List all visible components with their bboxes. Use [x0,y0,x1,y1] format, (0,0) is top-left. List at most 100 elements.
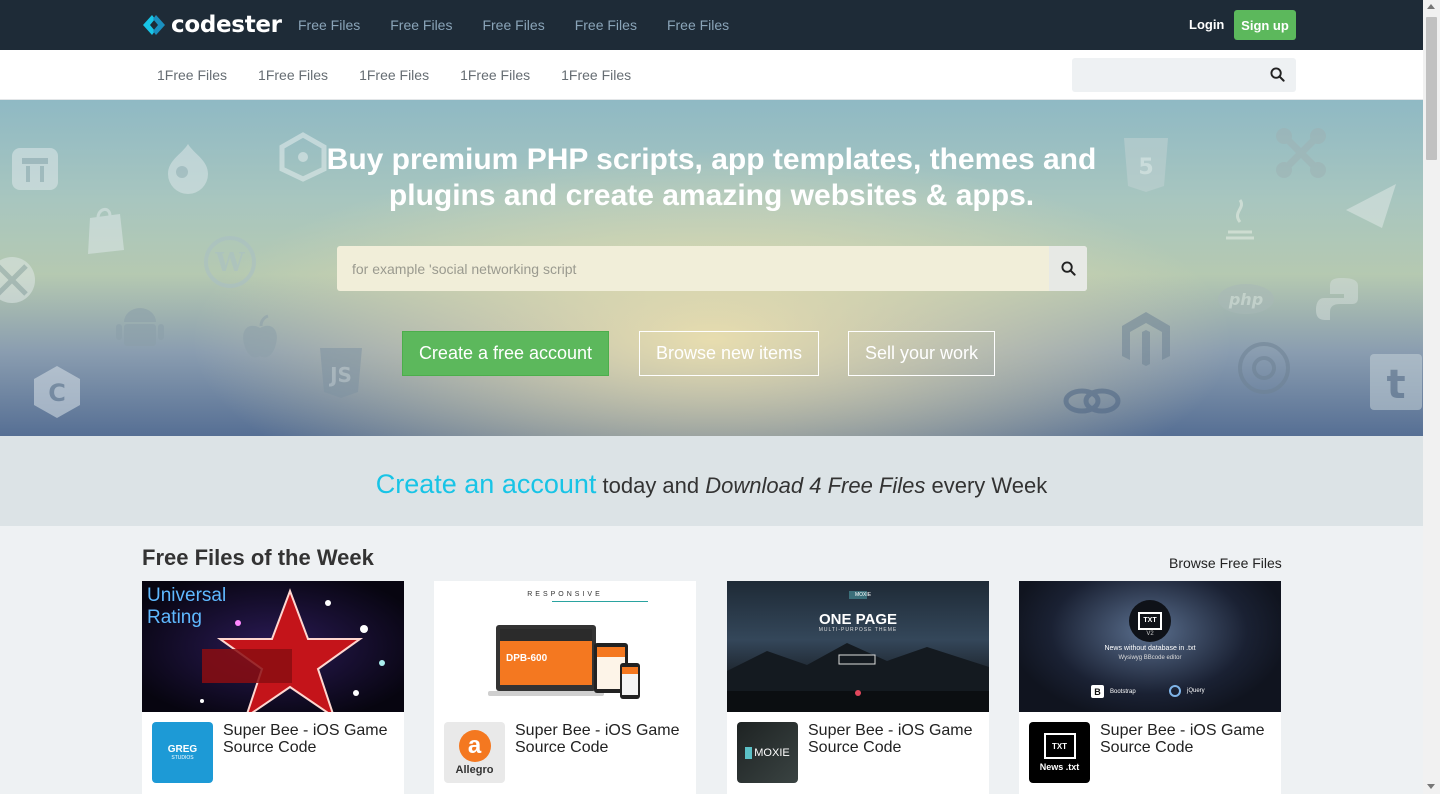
search-icon[interactable] [1270,67,1285,87]
login-link[interactable]: Login [1189,17,1224,32]
topnav-item[interactable]: Free Files [575,17,637,33]
csharp-icon: C [34,366,80,418]
thumbnail-title: ONE PAGE [818,611,898,628]
author-avatar[interactable]: MOXIE [737,722,798,783]
promo-text: Create an account today and Download 4 F… [0,469,1423,500]
product-name[interactable]: Super Bee - iOS Game Source Code [515,722,690,756]
category-item[interactable]: 1Free Files [561,67,631,83]
android-icon [116,308,164,346]
scroll-up-arrow-icon[interactable] [1427,4,1435,9]
avatar-text: a [467,731,482,759]
product-thumbnail[interactable]: TXT V2 News without database in .txt Wys… [1019,581,1281,712]
hero-headline-line1: Buy premium PHP scripts, app templates, … [326,143,1097,176]
promo-banner: Create an account today and Download 4 F… [0,436,1423,526]
top-navbar: codester Free Files Free Files Free File… [0,0,1423,50]
php-icon: php [1218,284,1274,314]
responsive-devices-preview [488,625,640,699]
thumbnail-text: Rating [147,607,202,628]
sell-your-work-button[interactable]: Sell your work [848,331,995,376]
category-nav: 1Free Files 1Free Files 1Free Files 1Fre… [157,50,662,100]
product-thumbnail[interactable]: Universal Rating [142,581,404,712]
txt-badge: TXT [1138,612,1162,630]
product-card[interactable]: Universal Rating GREG STUDIOS Super Bee … [142,581,404,794]
avatar-text: GREG [167,744,198,755]
thumbnail-text: Bootstrap [1110,688,1136,695]
python-icon [1316,278,1358,320]
svg-text:C: C [48,379,66,407]
jquery-icon [1169,685,1181,697]
header-search-input[interactable] [1072,58,1296,92]
author-avatar[interactable]: TXT News .txt [1029,722,1090,783]
thumbnail-text: DPB-600 [506,653,548,664]
thumbnail-text: MOXIE [855,592,872,598]
secondary-navbar: 1Free Files 1Free Files 1Free Files 1Fre… [0,50,1423,100]
magento-icon [1122,312,1170,366]
codester-logo-icon [141,13,167,37]
hero-search-input[interactable] [337,246,1049,291]
scroll-down-arrow-icon[interactable] [1427,784,1435,789]
thumbnail-text: Wysiwyg BBcode editor [1118,655,1182,661]
hero-banner: W JS C 5 php t Buy premium PHP scripts, … [0,100,1423,436]
category-item[interactable]: 1Free Files [359,67,429,83]
svg-text:t: t [1386,362,1405,408]
apple-icon [243,314,277,358]
thumbnail-text: News without database in .txt [1104,645,1196,652]
bootstrap-badge: B Bootstrap [1091,685,1136,698]
topnav-item[interactable]: Free Files [390,17,452,33]
allegro-logo-icon: a [458,729,491,762]
avatar-text: Allegro [455,763,494,776]
page-scrollbar[interactable] [1423,0,1440,794]
author-avatar[interactable]: GREG STUDIOS [152,722,213,783]
bootstrap-icon: B [1091,685,1104,698]
category-item[interactable]: 1Free Files [157,67,227,83]
signup-button[interactable]: Sign up [1234,10,1296,40]
category-item[interactable]: 1Free Files [258,67,328,83]
javascript-icon: JS [320,348,362,398]
search-icon [1060,261,1076,276]
section-title: Free Files of the Week [142,545,374,570]
logo-text: codester [171,12,282,38]
avatar-text: MOXIE [754,746,790,759]
category-item[interactable]: 1Free Files [460,67,530,83]
jquery-badge: jQuery [1169,685,1205,697]
product-name[interactable]: Super Bee - iOS Game Source Code [808,722,983,756]
product-thumbnail[interactable]: RESPONSIVE DPB-600 [434,581,696,712]
create-account-link[interactable]: Create an account [376,469,597,499]
topnav-item[interactable]: Free Files [482,17,544,33]
product-name[interactable]: Super Bee - iOS Game Source Code [1100,722,1275,756]
mountain-landscape-preview [727,591,989,712]
product-thumbnail[interactable]: MOXIE ONE PAGE MULTI-PURPOSE THEME [727,581,989,712]
product-card[interactable]: RESPONSIVE DPB-600 a Allegro Super Bee -… [434,581,696,794]
product-card[interactable]: MOXIE ONE PAGE MULTI-PURPOSE THEME MOXIE… [727,581,989,794]
scrollbar-thumb[interactable] [1426,17,1437,160]
link-icon [1063,388,1121,414]
opencart-icon [1238,342,1290,394]
moxie-logo-icon [745,746,753,759]
browse-new-items-button[interactable]: Browse new items [639,331,819,376]
create-account-button[interactable]: Create a free account [402,331,609,376]
topnav-item[interactable]: Free Files [667,17,729,33]
topnav-item[interactable]: Free Files [298,17,360,33]
avatar-text: STUDIOS [171,755,194,761]
tumblr-icon: t [1370,354,1422,410]
promo-middle: today and [596,473,706,498]
product-name[interactable]: Super Bee - iOS Game Source Code [223,722,398,756]
avatar-text: TXT [1051,741,1068,751]
svg-text:W: W [214,248,245,278]
avatar-text: News .txt [1039,762,1080,772]
thumbnail-text: MULTI-PURPOSE THEME [818,627,898,633]
thumbnail-text: Universal [147,585,227,606]
product-card[interactable]: TXT V2 News without database in .txt Wys… [1019,581,1281,794]
thumbnail-text: TXT [1143,617,1157,624]
top-nav: Free Files Free Files Free Files Free Fi… [298,0,759,50]
hero-search-button[interactable] [1049,246,1087,291]
logo[interactable]: codester [141,12,282,38]
promo-emphasis: Download 4 Free Files [705,473,926,498]
svg-text:JS: JS [328,363,352,387]
browse-free-files-link[interactable]: Browse Free Files [1169,555,1282,571]
hero-headline: Buy premium PHP scripts, app templates, … [0,142,1423,214]
hero-search [337,246,1087,291]
author-avatar[interactable]: a Allegro [444,722,505,783]
hero-headline-line2: plugins and create amazing websites & ap… [388,179,1035,212]
promo-tail: every Week [925,473,1048,498]
